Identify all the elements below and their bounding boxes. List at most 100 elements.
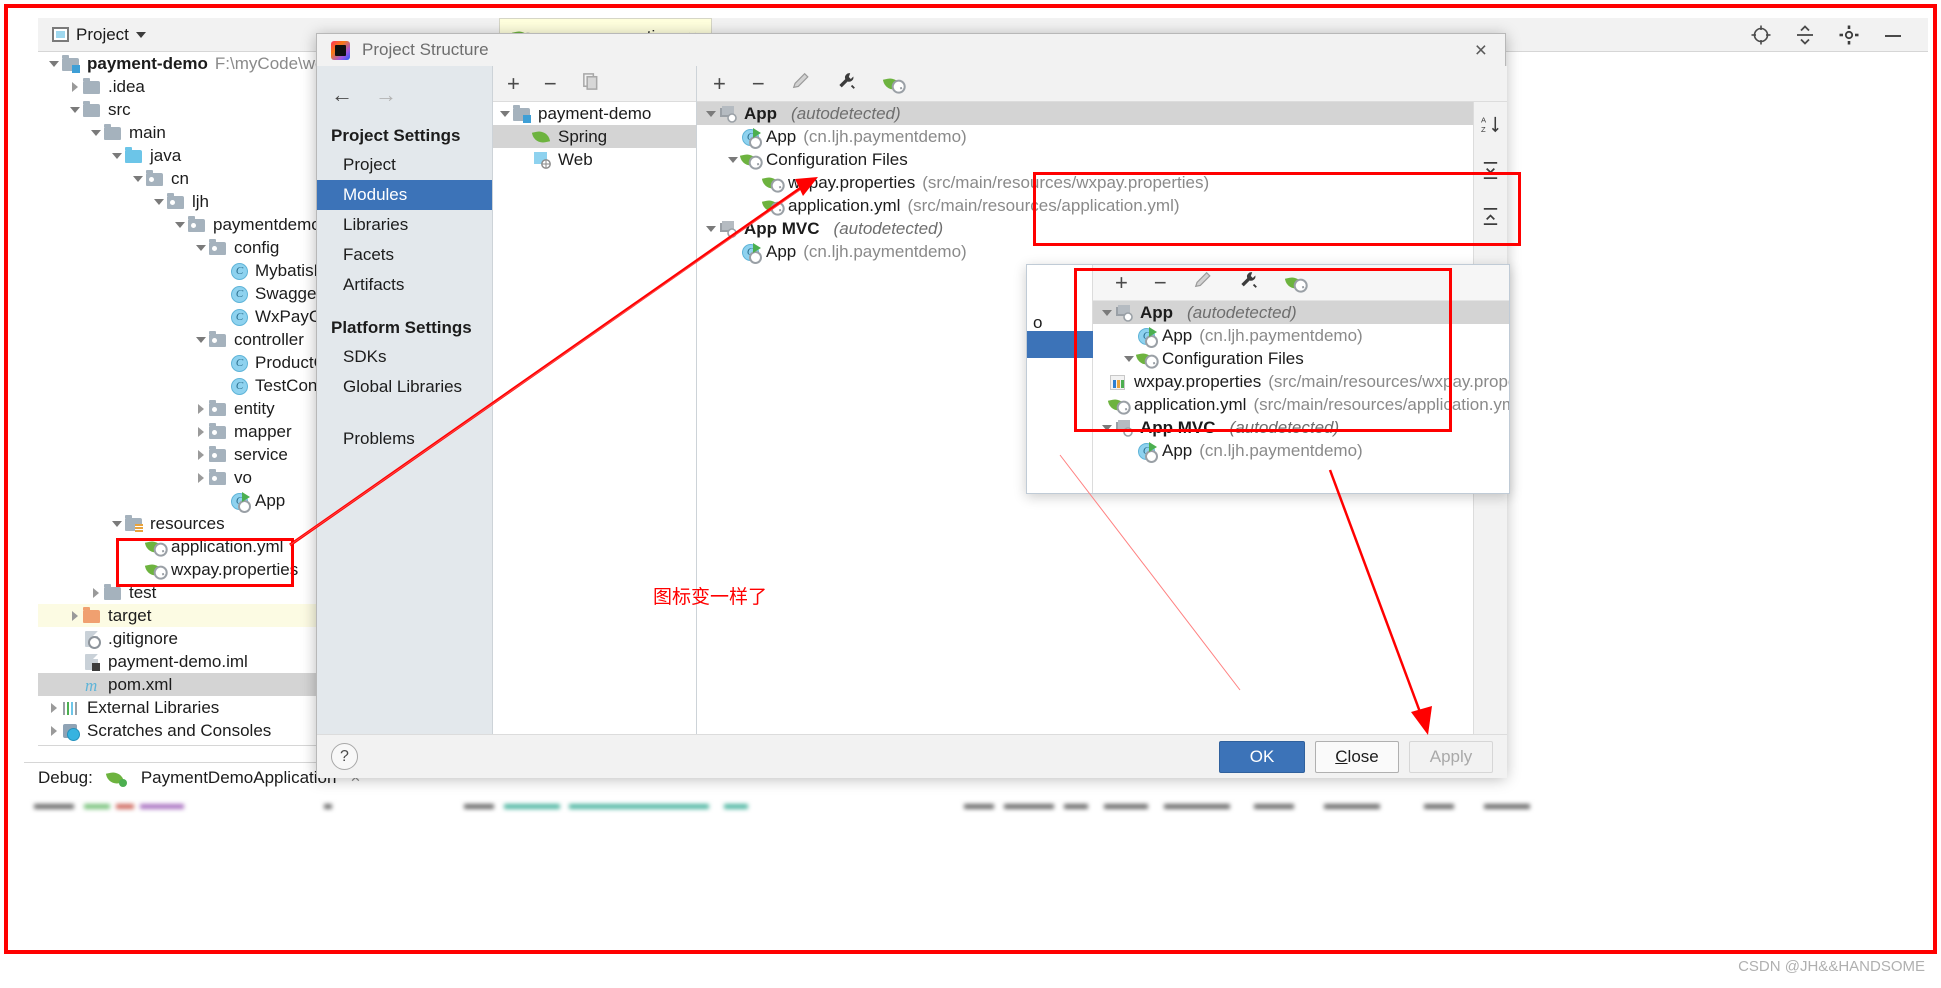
inset-tree-row[interactable]: C App (cn.ljh.paymentdemo)	[1093, 324, 1509, 348]
chevron-down-icon[interactable]	[135, 31, 146, 38]
folder-module-icon	[61, 54, 81, 73]
class-icon: C	[229, 262, 249, 280]
expand-all-icon[interactable]	[1480, 160, 1501, 186]
close-button[interactable]: Close	[1315, 740, 1399, 773]
project-tree-row-label: service	[234, 444, 288, 464]
add-icon[interactable]: +	[507, 71, 520, 97]
close-icon[interactable]: ×	[1475, 40, 1487, 61]
spring-icon[interactable]	[882, 74, 905, 94]
sidebar-item-project[interactable]: Project	[317, 150, 492, 180]
modules-tree-row[interactable]: payment-demo	[493, 102, 696, 125]
locate-icon[interactable]	[1750, 24, 1772, 46]
dialog-sidebar[interactable]: ← → Project Settings Project Modules Lib…	[317, 66, 493, 734]
inset-tree[interactable]: App (autodetected) C App (cn.ljh.paymentdemo…	[1093, 301, 1509, 463]
sidebar-nav: ← →	[317, 66, 492, 108]
collapse-all-icon[interactable]	[1480, 206, 1501, 232]
file-iml-icon	[82, 653, 102, 671]
edit-icon[interactable]	[791, 71, 811, 97]
collapse-all-icon[interactable]	[1794, 24, 1816, 46]
hide-icon[interactable]	[1882, 24, 1904, 46]
project-tree-row-label: controller	[234, 329, 304, 349]
sidebar-item-artifacts[interactable]: Artifacts	[317, 270, 492, 300]
remove-icon[interactable]: −	[1154, 270, 1167, 296]
modules-tree[interactable]: payment-demo Spring Web	[493, 102, 696, 171]
ok-button[interactable]: OK	[1219, 740, 1305, 773]
project-tree-row-label: App	[255, 490, 286, 510]
class-run-icon: C	[740, 242, 762, 264]
package-icon	[208, 468, 228, 487]
sidebar-item-sdks[interactable]: SDKs	[317, 342, 492, 372]
project-tree-row-label: target	[108, 605, 152, 625]
sidebar-group-project-settings: Project Settings	[331, 126, 461, 145]
facet-tree-row[interactable]: application.yml (src/main/resources/appli…	[697, 194, 1507, 217]
dialog-footer: ? OK Close Apply	[317, 734, 1507, 778]
inset-preview-panel[interactable]: o + − App (autodetected) C App (cn.ljh.payme…	[1026, 264, 1510, 494]
tree-row-label: Configuration Files	[1162, 348, 1304, 368]
project-tree-row-label: main	[129, 122, 166, 142]
sidebar-item-modules[interactable]: Modules	[317, 180, 492, 210]
tree-row-note: (autodetected)	[833, 218, 944, 238]
tree-row-label: App	[744, 103, 778, 123]
facet-tree-row[interactable]: C App (cn.ljh.paymentdemo)	[697, 240, 1507, 264]
project-tree-row-label: config	[234, 237, 280, 257]
modules-panel[interactable]: + − payment-demo Spring Web	[493, 66, 697, 734]
inset-tree-row[interactable]: C App (cn.ljh.paymentdemo)	[1093, 439, 1509, 463]
tree-row-label: application.yml	[788, 195, 901, 215]
package-icon	[208, 422, 228, 441]
svg-text:A: A	[1481, 116, 1487, 125]
package-icon	[208, 445, 228, 464]
sort-alpha-icon[interactable]: AZ	[1480, 114, 1501, 140]
back-icon[interactable]: ←	[331, 82, 353, 108]
class-run-icon: C	[740, 127, 762, 149]
project-tree-row-label: .gitignore	[108, 628, 178, 648]
inset-tree-row[interactable]: Configuration Files	[1093, 347, 1509, 370]
facet-tree-row[interactable]: Configuration Files	[697, 148, 1507, 171]
add-icon[interactable]: +	[713, 71, 726, 97]
help-button[interactable]: ?	[331, 743, 358, 770]
tree-row-note: (autodetected)	[1229, 417, 1340, 437]
project-toolwindow-title[interactable]: Project	[52, 25, 146, 45]
facet-tree[interactable]: App (autodetected) C App (cn.ljh.paymentdemo…	[697, 102, 1507, 264]
facet-tree-row[interactable]: wxpay.properties (src/main/resources/wxpa…	[697, 171, 1507, 194]
tree-row-path: (src/main/resources/wxpay.prope	[1268, 371, 1510, 391]
settings-icon[interactable]	[1838, 24, 1860, 46]
spring-config-icon	[144, 561, 165, 579]
copy-icon[interactable]	[581, 71, 600, 97]
inset-tree-row[interactable]: application.yml (src/main/resources/appli…	[1093, 393, 1509, 416]
wrench-icon[interactable]	[837, 71, 857, 97]
inset-left-fragment-label: o	[1033, 313, 1043, 332]
modules-tree-row[interactable]: Web	[493, 148, 696, 171]
project-tree-row-label: Scratches and Consoles	[87, 720, 272, 740]
sidebar-item-facets[interactable]: Facets	[317, 240, 492, 270]
modules-tree-row[interactable]: Spring	[493, 125, 696, 148]
inset-tree-row[interactable]: wxpay.properties (src/main/resources/wxpa…	[1093, 370, 1509, 393]
sidebar-item-libraries[interactable]: Libraries	[317, 210, 492, 240]
apply-button[interactable]: Apply	[1409, 740, 1493, 773]
spring-icon[interactable]	[1284, 273, 1307, 293]
tree-row-label: wxpay.properties	[1134, 371, 1262, 391]
forward-icon[interactable]: →	[375, 82, 397, 108]
wrench-icon[interactable]	[1239, 270, 1259, 296]
project-tree-row-label: entity	[234, 398, 275, 418]
spring-config-icon	[1107, 396, 1128, 414]
inset-tree-row[interactable]: App (autodetected)	[1093, 301, 1509, 324]
edit-icon[interactable]	[1193, 270, 1213, 296]
project-tree-row-label: payment-demo.iml	[108, 651, 248, 671]
package-icon	[145, 169, 165, 188]
facet-tree-row[interactable]: C App (cn.ljh.paymentdemo)	[697, 125, 1507, 149]
console-output-blurred	[24, 796, 1940, 818]
modules-toolbar: + −	[493, 66, 696, 102]
inset-tree-row[interactable]: App MVC (autodetected)	[1093, 416, 1509, 439]
dialog-title-bar: Project Structure ×	[317, 34, 1505, 66]
folder-icon	[82, 77, 102, 96]
sidebar-item-global-libraries[interactable]: Global Libraries	[317, 372, 492, 402]
facet-tree-row[interactable]: App (autodetected)	[697, 102, 1507, 125]
remove-icon[interactable]: −	[752, 71, 765, 97]
tree-row-label: App	[1140, 302, 1174, 322]
spring-facet-icon	[718, 220, 738, 238]
sidebar-item-problems[interactable]: Problems	[317, 424, 492, 454]
facet-tree-row[interactable]: App MVC (autodetected)	[697, 217, 1507, 240]
project-tree-row-label: java	[150, 145, 182, 165]
add-icon[interactable]: +	[1115, 270, 1128, 296]
remove-icon[interactable]: −	[544, 71, 557, 97]
